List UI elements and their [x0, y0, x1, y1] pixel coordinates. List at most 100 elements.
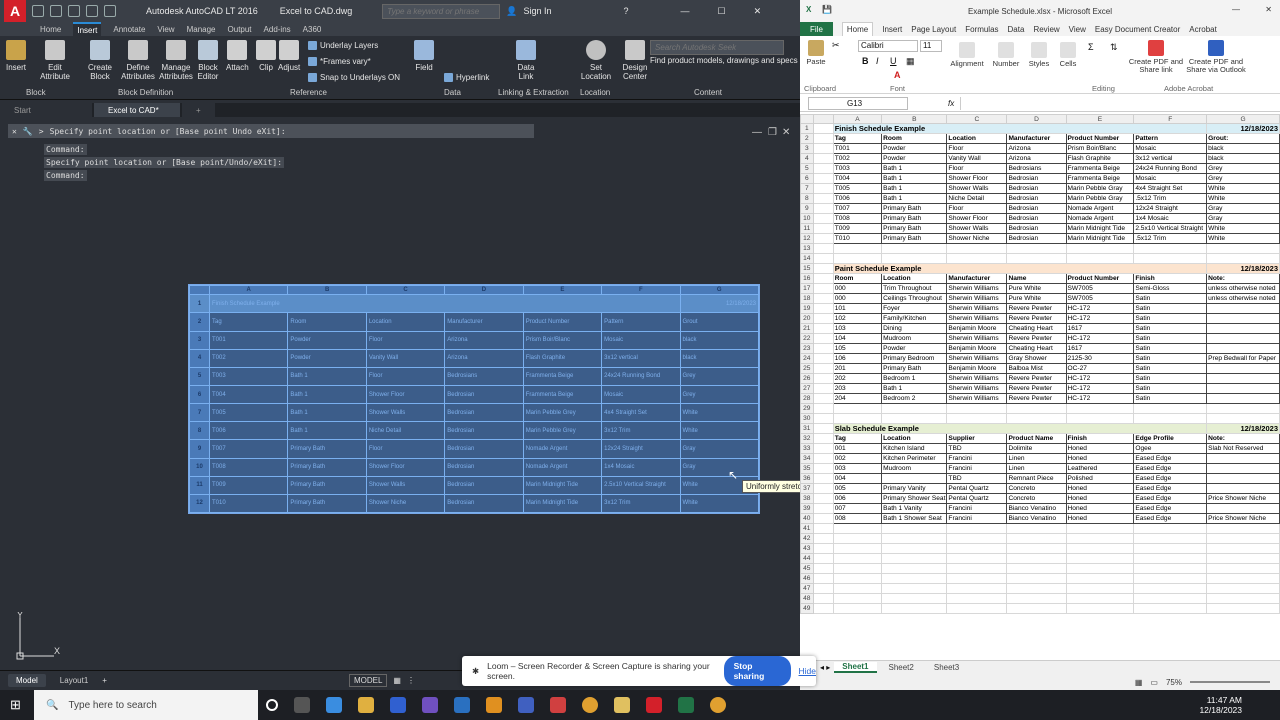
- cell[interactable]: TBD: [946, 443, 1008, 454]
- taskbar-search[interactable]: 🔍 Type here to search: [34, 690, 258, 720]
- table-cell[interactable]: 4x4 Straight Set: [601, 403, 681, 423]
- cell[interactable]: Bianco Venatino: [1006, 503, 1067, 514]
- cell[interactable]: 002: [832, 453, 883, 464]
- cell[interactable]: [1206, 253, 1280, 264]
- cell[interactable]: Prep Bedwall for Paper: [1206, 353, 1280, 364]
- close-icon[interactable]: ✕: [754, 6, 762, 17]
- cell[interactable]: [881, 403, 948, 414]
- row-header[interactable]: 25: [800, 363, 814, 374]
- cell[interactable]: Francini: [946, 453, 1008, 464]
- table-cell[interactable]: black: [679, 330, 760, 350]
- cell[interactable]: 000: [832, 283, 883, 294]
- cell[interactable]: 4x4 Straight Set: [1133, 183, 1208, 194]
- table-row-number[interactable]: 6: [189, 384, 210, 405]
- cell[interactable]: Bedrosian: [1006, 213, 1067, 224]
- header-cell[interactable]: Room: [881, 133, 948, 144]
- bold-button[interactable]: B: [862, 56, 869, 66]
- tab-formulas[interactable]: Formulas: [965, 25, 998, 34]
- table-row[interactable]: 20 102 Family/Kitchen Sherwin Williams Rever…: [800, 313, 1280, 324]
- table-row[interactable]: 5 T003 Bath 1 Floor Bedrosians Frammenta Beig…: [189, 366, 760, 386]
- cell[interactable]: Primary Shower Seat: [881, 493, 948, 504]
- cell[interactable]: Powder: [881, 153, 948, 164]
- excel-taskbar-icon[interactable]: [678, 697, 694, 713]
- table-row[interactable]: 12 T010 Primary Bath Shower Niche Bedrosian M…: [800, 233, 1280, 244]
- row-header[interactable]: 46: [800, 573, 814, 584]
- cell[interactable]: 2.5x10 Vertical Straight: [1133, 223, 1208, 234]
- cell[interactable]: [812, 303, 834, 314]
- row-header[interactable]: 36: [800, 473, 814, 484]
- create-pdf-outlook-button[interactable]: Create PDF and Share via Outlook: [1184, 40, 1248, 74]
- cell[interactable]: [946, 583, 1008, 594]
- cell[interactable]: [1206, 603, 1280, 614]
- table-cell[interactable]: Floor: [365, 330, 446, 350]
- table-cell[interactable]: Marin Midnight Tide: [522, 493, 603, 514]
- header-cell[interactable]: Tag: [832, 433, 883, 444]
- cell[interactable]: [812, 163, 834, 174]
- table-row[interactable]: 9 T007 Primary Bath Floor Bedrosian Nomade Ar…: [189, 439, 760, 459]
- cell[interactable]: Satin: [1133, 383, 1208, 394]
- cell[interactable]: Eased Edge: [1133, 463, 1208, 474]
- table-cell[interactable]: Nomade Argent: [522, 439, 603, 459]
- table-cell[interactable]: Product Number: [522, 312, 603, 332]
- header-cell[interactable]: Location: [881, 433, 948, 444]
- table-row[interactable]: 11 T009 Primary Bath Shower Walls Bedrosian M…: [189, 475, 760, 495]
- cell[interactable]: HC-172: [1065, 303, 1135, 314]
- cell[interactable]: White: [1206, 223, 1280, 234]
- table-row[interactable]: 6 T004 Bath 1 Shower Floor Bedrosian Framment…: [189, 384, 760, 405]
- cell[interactable]: [812, 273, 834, 284]
- table-row[interactable]: 25 201 Primary Bath Benjamin Moore Balboa Mi…: [800, 363, 1280, 374]
- cell[interactable]: Gray: [1206, 213, 1280, 224]
- table-cell[interactable]: Bedrosian: [444, 439, 524, 459]
- table-row[interactable]: 49: [800, 603, 1280, 614]
- cell[interactable]: 000: [832, 293, 883, 304]
- cell[interactable]: Floor: [946, 163, 1008, 174]
- excel-minimize-icon[interactable]: —: [1232, 5, 1240, 14]
- cell[interactable]: 006: [832, 493, 883, 504]
- table-row[interactable]: 7 T005 Bath 1 Shower Walls Bedrosian Marin Pe…: [800, 183, 1280, 194]
- row-header[interactable]: 39: [800, 503, 814, 514]
- chrome-icon[interactable]: [582, 697, 598, 713]
- attach-button[interactable]: Attach: [226, 40, 249, 72]
- chrome-icon[interactable]: [710, 697, 726, 713]
- cell[interactable]: [812, 413, 834, 424]
- cell[interactable]: [1133, 413, 1208, 424]
- set-location-button[interactable]: Set Location: [580, 40, 612, 81]
- cell[interactable]: [1006, 593, 1067, 604]
- cell[interactable]: Primary Bath: [881, 203, 948, 214]
- cell[interactable]: T010: [832, 233, 883, 244]
- table-cell[interactable]: Bedrosian: [444, 475, 524, 495]
- table-row-number[interactable]: 10: [189, 457, 210, 477]
- section-title[interactable]: Slab Schedule Example: [832, 423, 1208, 434]
- keyword-search-input[interactable]: [382, 3, 501, 19]
- app-icon[interactable]: [550, 697, 566, 713]
- column-header[interactable]: [812, 114, 834, 124]
- word-icon[interactable]: [518, 697, 534, 713]
- table-row-number[interactable]: 5: [189, 366, 210, 386]
- row-header[interactable]: 27: [800, 383, 814, 394]
- autocad-taskbar-icon[interactable]: [646, 697, 662, 713]
- row-header[interactable]: 1: [800, 123, 814, 134]
- cell[interactable]: Flash Graphite: [1065, 153, 1135, 164]
- table-row[interactable]: 18 000 Ceilings Throughout Sherwin Williams…: [800, 293, 1280, 304]
- row-header[interactable]: 17: [800, 283, 814, 294]
- cell[interactable]: [1206, 523, 1280, 534]
- new-tab-plus-icon[interactable]: +: [182, 103, 215, 117]
- cell[interactable]: Benjamin Moore: [946, 363, 1008, 374]
- tab-home[interactable]: Home: [841, 22, 874, 36]
- table-cell[interactable]: T006: [208, 421, 289, 441]
- section-title-row[interactable]: 31 Slab Schedule Example 12/18/2023: [800, 423, 1280, 434]
- sort-filter-icon[interactable]: ⇅: [1110, 42, 1118, 53]
- styles-button[interactable]: Styles: [1024, 42, 1054, 68]
- zoom-level[interactable]: 75%: [1166, 678, 1182, 687]
- header-row[interactable]: 16 Room Location Manufacturer Name Product Nu…: [800, 273, 1280, 284]
- cell[interactable]: Satin: [1133, 373, 1208, 384]
- table-cell[interactable]: Primary Bath: [287, 439, 367, 459]
- cell[interactable]: T007: [832, 203, 883, 214]
- table-cell[interactable]: Frammenta Beige: [522, 366, 603, 386]
- cell[interactable]: [1206, 373, 1280, 384]
- table-cell[interactable]: Gray: [679, 439, 760, 459]
- cell[interactable]: [1133, 553, 1208, 564]
- cell[interactable]: Shower Floor: [946, 173, 1008, 184]
- cell[interactable]: Dining: [881, 323, 948, 334]
- cell[interactable]: [881, 573, 948, 584]
